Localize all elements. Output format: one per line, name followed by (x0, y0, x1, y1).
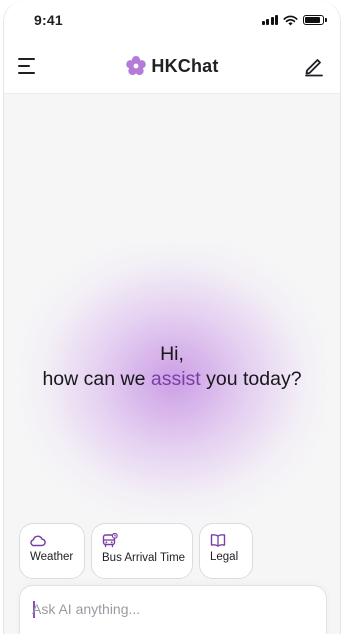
suggestion-weather[interactable]: Weather (19, 523, 85, 579)
app-title: HKChat (151, 55, 219, 76)
new-chat-button[interactable] (302, 54, 326, 78)
brand: HKChat (4, 55, 340, 77)
greeting-line-2: how can we assist you today? (42, 368, 302, 390)
status-time: 9:41 (34, 12, 63, 28)
pencil-icon (305, 59, 323, 77)
suggestion-chips: Weather Bus Arrival Time Legal (19, 523, 253, 579)
ask-ai-input[interactable] (32, 598, 312, 620)
cellular-signal-icon (261, 15, 278, 25)
greeting-text: Hi, how can we assist you today? (4, 342, 340, 392)
status-bar: 9:41 (4, 0, 340, 40)
greeting-highlight: assist (150, 368, 201, 390)
composer (19, 585, 327, 634)
suggestion-label: Weather (30, 551, 74, 563)
bus-icon (102, 533, 118, 548)
book-icon (210, 534, 226, 547)
chat-area: Hi, how can we assist you today? Weather (4, 95, 340, 634)
suggestion-bus-arrival-time[interactable]: Bus Arrival Time (91, 523, 193, 579)
suggestion-legal[interactable]: Legal (199, 523, 253, 579)
wifi-icon (283, 15, 298, 25)
suggestion-label: Bus Arrival Time (102, 552, 186, 564)
cloud-icon (30, 535, 46, 547)
battery-icon (303, 15, 327, 25)
greeting-line-1: Hi, (160, 343, 184, 365)
suggestion-label: Legal (210, 551, 239, 563)
flower-logo-icon (126, 56, 147, 76)
phone-screen: 9:41 HKChat Hi, how can we assist you to… (3, 0, 341, 634)
app-header: HKChat (4, 40, 340, 94)
status-icons (261, 14, 327, 26)
